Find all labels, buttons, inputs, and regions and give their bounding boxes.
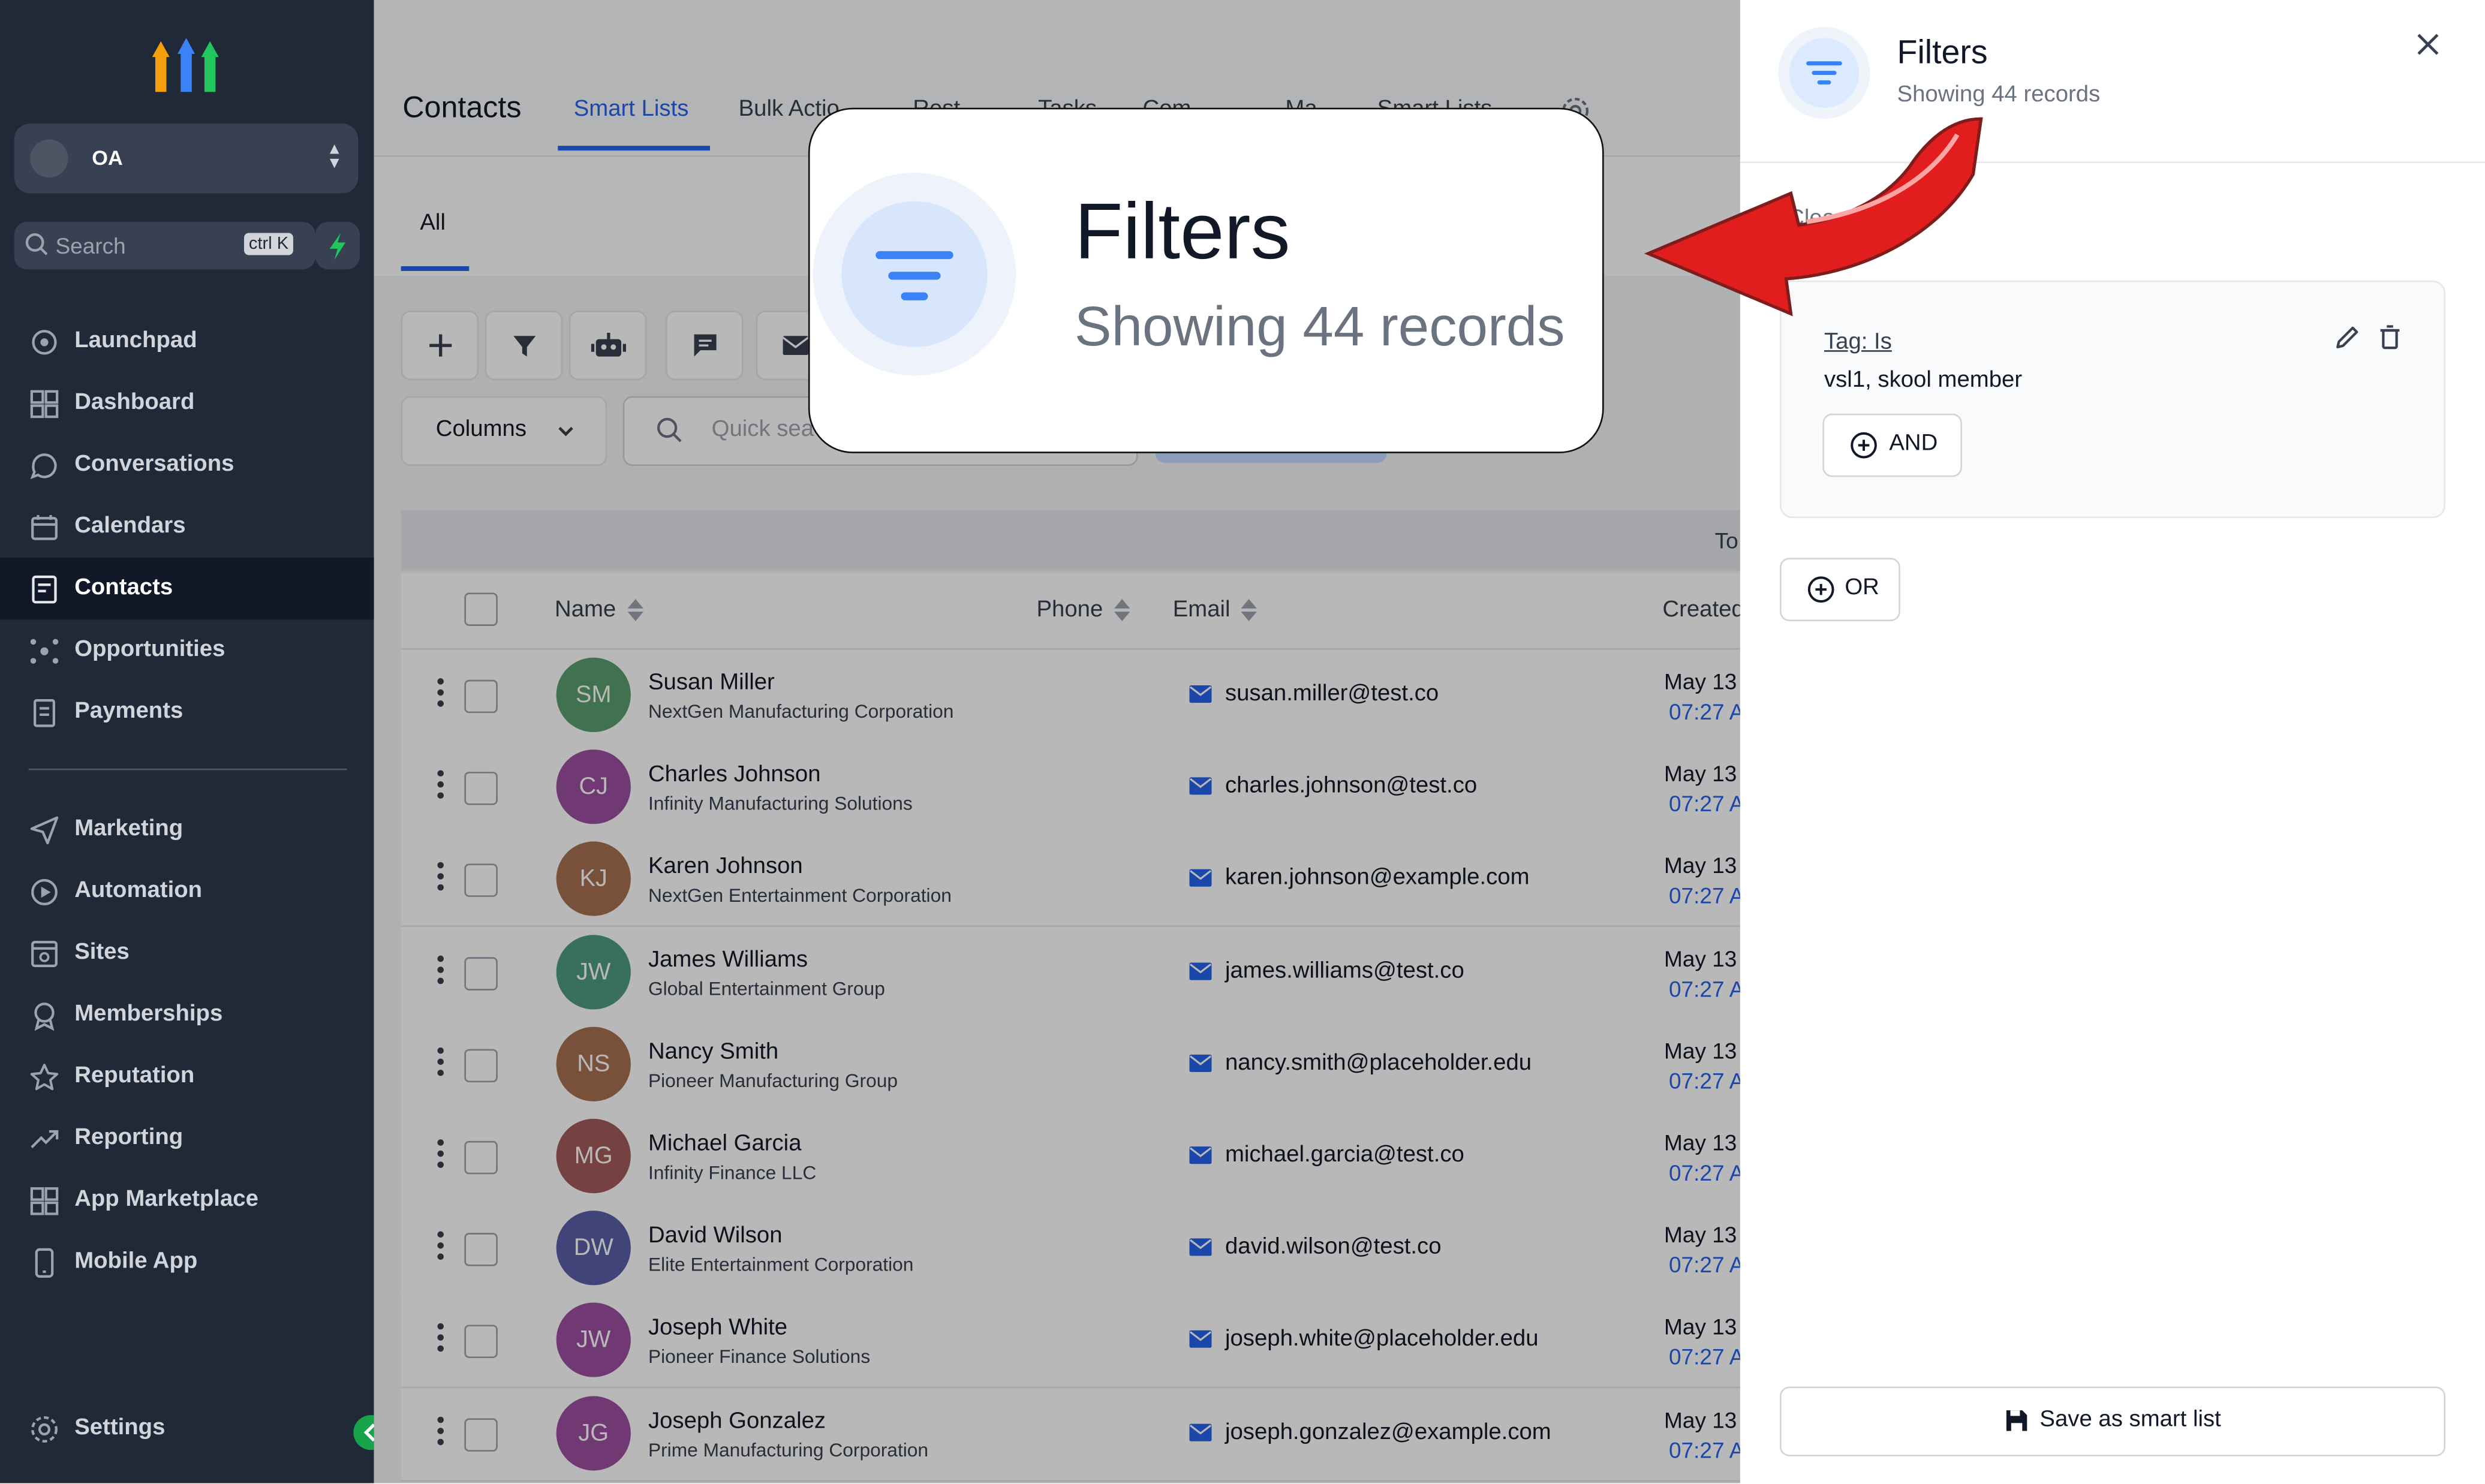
callout-title: Filters (1074, 186, 1290, 276)
account-avatar (30, 139, 68, 178)
calendar-icon (31, 514, 58, 540)
sidebar-item-reputation[interactable]: Reputation (0, 1046, 374, 1107)
sidebar-item-payments[interactable]: Payments (0, 681, 374, 743)
plus-circle-icon (1807, 576, 1834, 603)
trend-up-icon (31, 1130, 59, 1148)
filter-lines-icon (876, 251, 953, 300)
app-logo (152, 38, 219, 92)
or-label: OR (1845, 575, 1879, 601)
sidebar-item-label: Reporting (74, 1125, 183, 1151)
filters-panel-icon (1778, 26, 1870, 119)
sidebar-item-label: Reputation (74, 1063, 195, 1089)
contacts-icon (32, 575, 57, 604)
and-label: AND (1889, 431, 1938, 457)
sidebar-item-label: Launchpad (74, 328, 197, 354)
sidebar-item-launchpad[interactable]: Launchpad (0, 311, 374, 372)
add-or-group-button[interactable]: OR (1779, 558, 1900, 622)
sidebar-search[interactable]: Search ctrl K (14, 222, 315, 270)
sidebar-item-label: Mobile App (74, 1248, 198, 1274)
sidebar-item-dashboard[interactable]: Dashboard (0, 372, 374, 434)
filter-condition-label[interactable]: Tag: Is (1824, 330, 1892, 355)
chat-bubble-icon (30, 453, 57, 480)
filter-condition-value: vsl1, skool member (1824, 368, 2023, 393)
zoom-callout: Filters Showing 44 records (808, 107, 1604, 453)
floppy-disk-icon (2006, 1410, 2027, 1431)
sidebar-item-marketing[interactable]: Marketing (0, 799, 374, 860)
account-name: OA (92, 146, 123, 170)
save-as-smart-list-button[interactable]: Save as smart list (1779, 1386, 2445, 1456)
trash-icon[interactable] (2376, 323, 2405, 352)
sidebar-item-conversations[interactable]: Conversations (0, 434, 374, 496)
search-icon (25, 233, 48, 255)
sidebar-item-contacts[interactable]: Contacts (0, 558, 374, 620)
grid-icon (30, 1187, 59, 1215)
sidebar-divider (28, 768, 347, 770)
sidebar-item-label: Sites (74, 940, 130, 965)
sites-icon (31, 941, 58, 967)
send-icon (30, 816, 59, 845)
launchpad-icon (32, 330, 57, 355)
sidebar-item-label: Payments (74, 699, 183, 724)
sidebar-item-sites[interactable]: Sites (0, 922, 374, 984)
sidebar: OA ▲▼ Search ctrl K Launchpad Dashboard (0, 0, 389, 1483)
lightning-icon (329, 233, 346, 260)
pencil-icon[interactable] (2333, 323, 2361, 352)
receipt-icon (34, 699, 55, 727)
chevron-updown-icon: ▲ ▼ (326, 141, 342, 173)
panel-title: Filters (1897, 35, 1988, 71)
callout-icon (813, 173, 1016, 376)
mobile-phone-icon (35, 1248, 54, 1278)
sidebar-item-label: Opportunities (74, 637, 225, 663)
sidebar-item-settings[interactable]: Settings (0, 1398, 374, 1459)
panel-record-count: Showing 44 records (1897, 82, 2101, 108)
sidebar-item-label: Settings (74, 1415, 166, 1441)
quick-action-button[interactable] (315, 222, 360, 270)
award-icon (34, 1003, 55, 1031)
star-icon (30, 1064, 59, 1091)
sidebar-item-app-marketplace[interactable]: App Marketplace (0, 1169, 374, 1231)
sidebar-item-label: Calendars (74, 513, 186, 539)
sidebar-item-mobile-app[interactable]: Mobile App (0, 1232, 374, 1293)
gear-icon (31, 1416, 58, 1443)
sidebar-item-opportunities[interactable]: Opportunities (0, 619, 374, 681)
sidebar-item-label: Dashboard (74, 390, 195, 416)
search-placeholder: Search (55, 233, 126, 258)
account-switcher[interactable]: OA ▲ ▼ (14, 124, 359, 194)
plus-circle-icon (1851, 432, 1877, 459)
add-and-condition-button[interactable]: AND (1822, 413, 1962, 477)
sidebar-item-label: Automation (74, 878, 203, 904)
sidebar-item-automation[interactable]: Automation (0, 860, 374, 922)
sidebar-item-label: Marketing (74, 816, 183, 842)
sidebar-item-label: Conversations (74, 451, 234, 477)
sidebar-item-label: Memberships (74, 1001, 223, 1027)
filter-lines-icon (1806, 61, 1842, 85)
sidebar-item-label: Contacts (74, 575, 173, 601)
callout-subtitle: Showing 44 records (1074, 296, 1565, 359)
sidebar-item-calendars[interactable]: Calendars (0, 496, 374, 558)
dashboard-icon (30, 390, 59, 419)
sidebar-item-label: App Marketplace (74, 1187, 258, 1212)
automation-icon (31, 879, 58, 905)
opportunities-icon (30, 639, 59, 664)
pointer-arrow-icon (1644, 117, 1983, 317)
save-label: Save as smart list (2039, 1407, 2221, 1433)
search-shortcut: ctrl K (244, 233, 294, 255)
sidebar-item-reporting[interactable]: Reporting (0, 1107, 374, 1169)
close-icon[interactable] (2414, 30, 2442, 59)
sidebar-item-memberships[interactable]: Memberships (0, 984, 374, 1046)
